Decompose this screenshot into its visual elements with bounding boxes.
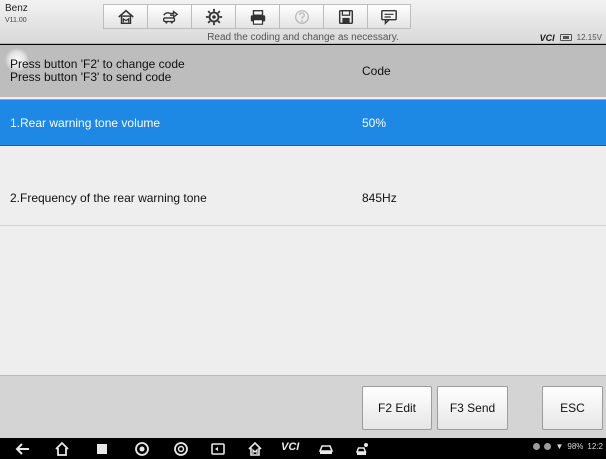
- battery-icon: [559, 34, 572, 41]
- vehicle-name: Benz: [5, 3, 28, 14]
- vehicle-swap-button[interactable]: [147, 4, 191, 29]
- row-divider: [0, 225, 606, 226]
- top-toolbar: Benz V11.00 Read the coding and change a…: [0, 0, 606, 44]
- row-label: 2.Frequency of the rear warning tone: [10, 190, 207, 205]
- voltage-readout: 12.15V: [576, 33, 602, 42]
- row-value: 50%: [362, 115, 387, 130]
- remote-support-button[interactable]: [354, 440, 371, 457]
- table-row[interactable]: 2.Frequency of the rear warning tone 845…: [0, 171, 606, 224]
- recent-apps-button[interactable]: [93, 440, 110, 457]
- home-icon: [117, 9, 134, 24]
- instructions: Press button 'F2' to change code Press b…: [10, 58, 185, 84]
- chat-button[interactable]: [367, 4, 411, 29]
- back-icon: [15, 442, 29, 455]
- table-row[interactable]: 1.Rear warning tone volume 50%: [0, 99, 606, 146]
- vehicle-swap-icon: [162, 9, 178, 24]
- camera-button[interactable]: [172, 440, 189, 457]
- save-button[interactable]: [323, 4, 367, 29]
- chat-icon: [381, 9, 397, 25]
- f3-send-button[interactable]: F3 Send: [437, 386, 508, 430]
- back-button[interactable]: [14, 440, 31, 457]
- battery-percent: 98%: [567, 442, 584, 451]
- maxisys-home-icon: [247, 441, 262, 456]
- row-value: 845Hz: [362, 190, 397, 205]
- code-column-header: Code: [362, 64, 391, 78]
- instruction-line-2: Press button 'F3' to send code: [10, 70, 172, 84]
- system-nav-bar: VCI ▼ 98% 12:2: [0, 438, 606, 459]
- vehicle-button[interactable]: [317, 440, 334, 457]
- screenshot-icon: [210, 442, 225, 455]
- wifi-icon: ▼: [555, 442, 564, 451]
- screenshot-button[interactable]: [209, 440, 226, 457]
- print-button[interactable]: [235, 4, 279, 29]
- nav-home-button[interactable]: [53, 440, 70, 457]
- software-version: V11.00: [5, 17, 27, 24]
- browser-icon: [134, 441, 149, 456]
- vehicle-info: Benz V11.00: [5, 3, 28, 26]
- settings-button[interactable]: [191, 4, 235, 29]
- help-button[interactable]: [279, 4, 323, 29]
- function-key-bar: F2 Edit F3 Send ESC: [0, 375, 606, 438]
- home-button[interactable]: [103, 4, 147, 29]
- print-icon: [250, 9, 265, 25]
- coding-table: Press button 'F2' to change code Press b…: [0, 45, 606, 375]
- status-tray: ▼ 98% 12:2: [533, 442, 603, 451]
- help-icon: [294, 9, 309, 24]
- table-header: Press button 'F2' to change code Press b…: [0, 45, 606, 97]
- nav-home-icon: [54, 441, 69, 456]
- remote-support-icon: [355, 442, 368, 455]
- vci-status: VCI 12.15V: [540, 31, 602, 44]
- row-label: 1.Rear warning tone volume: [10, 115, 161, 130]
- camera-icon: [173, 441, 188, 456]
- vci-shortcut[interactable]: VCI: [281, 441, 299, 453]
- car-icon: [318, 444, 333, 454]
- sync-icon: [544, 443, 552, 450]
- maxisys-home-button[interactable]: [246, 440, 263, 457]
- clock: 12:2: [587, 442, 603, 451]
- esc-button[interactable]: ESC: [542, 386, 603, 430]
- vci-label: VCI: [539, 32, 555, 43]
- toolbar-icons: [103, 4, 411, 29]
- notification-icon: [533, 443, 541, 450]
- settings-icon: [205, 8, 222, 25]
- recent-apps-icon: [96, 443, 107, 454]
- status-message: Read the coding and change as necessary.: [207, 32, 399, 43]
- save-icon: [338, 9, 353, 24]
- browser-button[interactable]: [133, 440, 150, 457]
- f2-edit-button[interactable]: F2 Edit: [362, 386, 432, 430]
